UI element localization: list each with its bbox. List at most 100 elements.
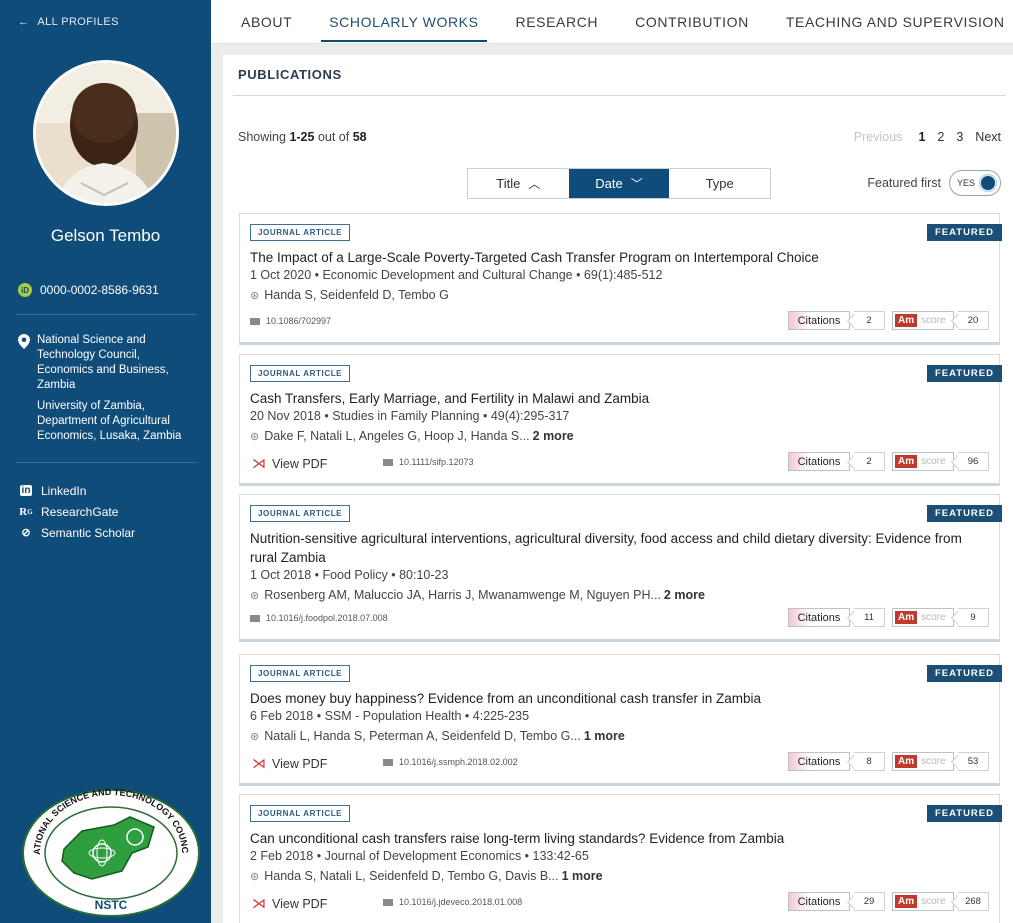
section-divider — [233, 95, 1006, 96]
publication-title[interactable]: Can unconditional cash transfers raise l… — [250, 829, 985, 848]
sort-title-button[interactable]: Title ︿ — [468, 169, 569, 198]
altmetric-icon: Am — [895, 314, 918, 327]
tab-research[interactable]: RESEARCH — [516, 0, 599, 44]
view-pdf-label: View PDF — [272, 456, 328, 471]
back-arrow-icon: ← — [18, 16, 30, 28]
publication-meta: 1 Oct 2020 • Economic Development and Cu… — [250, 268, 663, 282]
doi-icon — [383, 898, 393, 906]
pdf-icon: ⋊ — [252, 455, 266, 471]
altmetric-label: score — [921, 896, 946, 907]
tab-about[interactable]: ABOUT — [241, 0, 292, 44]
tab-scholarly-works[interactable]: SCHOLARLY WORKS — [321, 0, 487, 44]
citations-badge[interactable]: Citations — [788, 608, 850, 627]
publication-type-badge: JOURNAL ARTICLE — [250, 805, 351, 822]
orcid-id[interactable]: iD 0000-0002-8586-9631 — [18, 283, 159, 297]
view-pdf-link[interactable]: ⋊ View PDF — [252, 455, 327, 472]
doi-link[interactable]: 10.1086/702997 — [250, 316, 331, 326]
all-profiles-link[interactable]: ← ALL PROFILES — [0, 0, 211, 44]
altmetric-badge[interactable]: Am score — [892, 311, 954, 330]
profile-sidebar: ← ALL PROFILES Gelson Tembo iD 0000-0002… — [0, 0, 211, 923]
view-pdf-link[interactable]: ⋊ View PDF — [252, 895, 327, 912]
doi-link[interactable]: 10.1016/j.ssmph.2018.02.002 — [383, 757, 518, 767]
metrics: Citations 11 Am score 9 — [788, 608, 989, 627]
featured-badge: FEATURED — [926, 505, 1002, 522]
results-count: Showing 1-25 out of 58 — [238, 130, 367, 144]
publication-authors: ⊛ Natali L, Handa S, Peterman A, Seidenfe… — [250, 729, 625, 743]
pager-page-2[interactable]: 2 — [937, 130, 944, 144]
publication-title[interactable]: The Impact of a Large-Scale Poverty-Targ… — [250, 248, 985, 267]
linkedin-label: LinkedIn — [41, 483, 87, 498]
pager-previous[interactable]: Previous — [854, 130, 903, 144]
publication-title[interactable]: Nutrition-sensitive agricultural interve… — [250, 529, 985, 567]
altmetric-icon: Am — [895, 455, 918, 468]
citations-label: Citations — [797, 895, 841, 908]
altmetric-score: 96 — [958, 452, 989, 471]
pager-next[interactable]: Next — [975, 130, 1001, 144]
doi-link[interactable]: 10.1016/j.jdeveco.2018.01.008 — [383, 897, 522, 907]
citations-badge[interactable]: Citations — [788, 452, 850, 471]
doi-link[interactable]: 10.1111/sifp.12073 — [383, 457, 474, 467]
citations-badge[interactable]: Citations — [788, 311, 850, 330]
publication-card: JOURNAL ARTICLE FEATURED Does money buy ha… — [239, 654, 1002, 786]
pager-page-1[interactable]: 1 — [918, 130, 925, 144]
citation-count: 2 — [854, 452, 885, 471]
sort-title-label: Title — [496, 176, 521, 191]
sidebar-divider — [16, 314, 197, 315]
authors-text: Natali L, Handa S, Peterman A, Seidenfel… — [264, 729, 581, 743]
citation-count: 2 — [854, 311, 885, 330]
sort-date-button[interactable]: Date ﹀ — [568, 169, 670, 198]
altmetric-badge[interactable]: Am score — [892, 752, 954, 771]
doi-icon — [383, 758, 393, 766]
featured-first-toggle[interactable]: YES — [949, 170, 1001, 196]
citations-label: Citations — [797, 755, 841, 768]
altmetric-badge[interactable]: Am score — [892, 892, 954, 911]
featured-badge: FEATURED — [926, 224, 1002, 241]
semantic-scholar-link[interactable]: ⊘ Semantic Scholar — [18, 522, 135, 543]
more-authors-link[interactable]: 1 more — [584, 729, 625, 743]
publications-panel: PUBLICATIONS Showing 1-25 out of 58 Prev… — [223, 55, 1013, 923]
publication-type-badge: JOURNAL ARTICLE — [250, 505, 351, 522]
people-icon: ⊛ — [250, 430, 260, 443]
sort-type-button[interactable]: Type — [669, 169, 770, 198]
authors-text: Dake F, Natali L, Angeles G, Hoop J, Han… — [264, 429, 530, 443]
orcid-icon: iD — [18, 283, 32, 297]
publication-title[interactable]: Cash Transfers, Early Marriage, and Fert… — [250, 389, 985, 408]
more-authors-link[interactable]: 1 more — [562, 869, 603, 883]
people-icon: ⊛ — [250, 589, 260, 602]
altmetric-label: score — [921, 612, 946, 623]
tab-contribution[interactable]: CONTRIBUTION — [635, 0, 749, 44]
researchgate-link[interactable]: RG ResearchGate — [18, 501, 135, 522]
metrics: Citations 29 Am score 268 — [788, 892, 989, 911]
chevron-up-icon: ︿ — [528, 177, 541, 191]
more-authors-link[interactable]: 2 more — [664, 588, 705, 602]
showing-mid: out of — [314, 130, 353, 144]
altmetric-label: score — [921, 315, 946, 326]
citations-badge[interactable]: Citations — [788, 752, 850, 771]
pager-page-3[interactable]: 3 — [956, 130, 963, 144]
toggle-label: YES — [957, 178, 976, 188]
people-icon: ⊛ — [250, 870, 260, 883]
pdf-icon: ⋊ — [252, 755, 266, 771]
sort-control: Title ︿ Date ﹀ Type — [467, 168, 771, 199]
publication-meta: 1 Oct 2018 • Food Policy • 80:10-23 — [250, 568, 449, 582]
more-authors-link[interactable]: 2 more — [533, 429, 574, 443]
semantic-scholar-label: Semantic Scholar — [41, 525, 136, 540]
altmetric-badge[interactable]: Am score — [892, 608, 954, 627]
view-pdf-link[interactable]: ⋊ View PDF — [252, 755, 327, 772]
tab-teaching-supervision[interactable]: TEACHING AND SUPERVISION — [786, 0, 1005, 44]
external-links: in LinkedIn RG ResearchGate ⊘ Semantic S… — [18, 480, 135, 543]
publication-title[interactable]: Does money buy happiness? Evidence from … — [250, 689, 985, 708]
citations-badge[interactable]: Citations — [788, 892, 850, 911]
altmetric-label: score — [921, 756, 946, 767]
all-profiles-label: ALL PROFILES — [37, 16, 119, 28]
showing-prefix: Showing — [238, 130, 290, 144]
altmetric-badge[interactable]: Am score — [892, 452, 954, 471]
publication-card: JOURNAL ARTICLE FEATURED Nutrition-sensiti… — [239, 494, 1002, 642]
featured-badge: FEATURED — [926, 805, 1002, 822]
featured-badge: FEATURED — [926, 665, 1002, 682]
linkedin-link[interactable]: in LinkedIn — [18, 480, 135, 501]
doi-link[interactable]: 10.1016/j.foodpol.2018.07.008 — [250, 613, 388, 623]
avatar — [33, 60, 179, 206]
featured-badge: FEATURED — [926, 365, 1002, 382]
profile-name: Gelson Tembo — [50, 226, 161, 245]
